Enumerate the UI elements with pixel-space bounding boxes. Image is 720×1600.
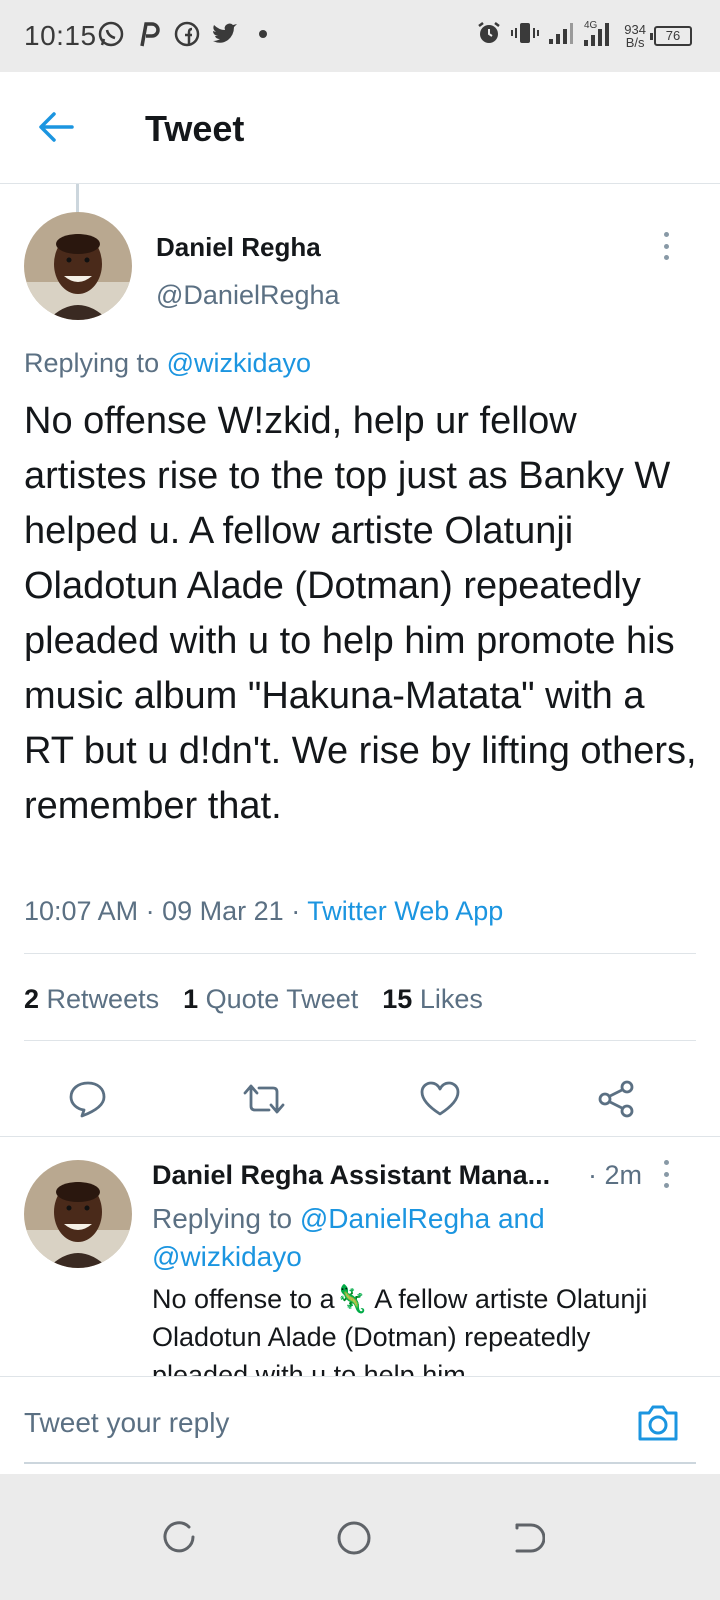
lizard-emoji: 🦎 <box>334 1284 369 1314</box>
reply-text-start: No offense to a <box>152 1284 335 1314</box>
recents-icon <box>163 1521 195 1553</box>
reply-text: No offense to a🦎 A fellow artiste Olatun… <box>152 1280 692 1376</box>
notification-icons <box>96 18 278 50</box>
retweet-icon <box>243 1084 285 1114</box>
vibrate-icon <box>510 20 540 51</box>
tweet-actions <box>0 1062 720 1138</box>
reply-button[interactable] <box>60 1074 116 1124</box>
speed-value: 934 <box>624 21 646 37</box>
alarm-icon <box>476 20 502 51</box>
quotes-label: Quote Tweet <box>205 984 359 1014</box>
speed-unit: B/s <box>625 34 645 50</box>
meta-separator: · <box>145 896 155 926</box>
retweet-button[interactable] <box>236 1074 292 1124</box>
signal-4g-icon: 4G <box>582 18 616 53</box>
top-app-bar: Tweet <box>0 72 720 184</box>
tweet-text: No offense W!zkid, help ur fellow artist… <box>24 400 697 827</box>
divider <box>24 953 696 954</box>
whatsapp-icon <box>96 18 126 50</box>
more-icon-dot <box>663 232 669 237</box>
tweet-meta: 10:07 AM · 09 Mar 21 · Twitter Web App <box>24 896 503 927</box>
author-handle[interactable]: @DanielRegha <box>156 280 340 311</box>
retweets-stat[interactable]: 2 Retweets <box>24 984 159 1015</box>
more-icon-dot <box>663 255 669 260</box>
status-time: 10:15 <box>24 20 97 51</box>
tweet-time: 10:07 AM <box>24 896 139 926</box>
battery-level: 76 <box>665 27 681 43</box>
retweets-label: Retweets <box>46 984 160 1014</box>
back-button[interactable] <box>28 102 84 152</box>
arrow-left-icon <box>39 112 74 142</box>
signal-icon <box>548 21 574 50</box>
network-speed: 934 B/s <box>624 23 646 49</box>
replying-to: Replying to @wizkidayo <box>24 348 311 379</box>
profile-photo <box>24 1160 132 1268</box>
reply-more-options-button[interactable] <box>654 1156 678 1192</box>
avatar[interactable] <box>24 212 132 320</box>
share-button[interactable] <box>588 1074 644 1124</box>
pinterest-icon <box>134 18 164 50</box>
input-underline <box>24 1462 696 1464</box>
svg-text:4G: 4G <box>584 20 598 31</box>
replying-to-link[interactable]: @DanielRegha <box>300 1203 490 1234</box>
meta-separator: · <box>291 896 301 926</box>
home-button[interactable] <box>330 1514 378 1562</box>
status-bar: 10:15 4G 934 B/s 76 <box>0 0 720 72</box>
twitter-icon <box>210 18 240 50</box>
quotes-count: 1 <box>183 984 199 1014</box>
more-icon-dot <box>663 243 669 249</box>
back-icon <box>515 1523 545 1553</box>
reply-input[interactable] <box>24 1407 584 1439</box>
thread-line <box>76 184 79 214</box>
facebook-icon <box>172 18 202 50</box>
replying-prefix: Replying to <box>152 1203 300 1234</box>
author-name[interactable]: Daniel Regha <box>156 232 321 263</box>
tweet-source-link[interactable]: Twitter Web App <box>307 896 503 926</box>
back-nav-button[interactable] <box>504 1514 552 1562</box>
reply-time: · 2m <box>588 1160 642 1190</box>
reply-author-name[interactable]: Daniel Regha Assistant Mana... <box>152 1160 572 1191</box>
more-icon-dot <box>663 1171 669 1177</box>
reply-avatar[interactable] <box>24 1160 132 1268</box>
tweet-date: 09 Mar 21 <box>162 896 284 926</box>
camera-icon <box>638 1405 678 1441</box>
recents-button[interactable] <box>156 1514 204 1562</box>
more-icon-dot <box>663 1160 669 1165</box>
replying-to-link[interactable]: @wizkidayo <box>152 1241 302 1272</box>
reply-composer <box>0 1376 720 1472</box>
battery-icon: 76 <box>650 25 692 46</box>
retweets-count: 2 <box>24 984 40 1014</box>
like-icon <box>420 1081 460 1116</box>
divider <box>24 1040 696 1041</box>
dot-icon <box>248 18 278 50</box>
more-icon-dot <box>663 1183 669 1188</box>
reply-icon <box>69 1081 106 1118</box>
divider <box>0 1136 720 1137</box>
likes-count: 15 <box>382 984 413 1014</box>
replying-and: and <box>490 1203 545 1234</box>
like-button[interactable] <box>412 1074 468 1124</box>
quotes-stat[interactable]: 1 Quote Tweet <box>183 984 358 1015</box>
system-icons: 4G 934 B/s 76 <box>476 18 692 53</box>
tweet-stats: 2 Retweets 1 Quote Tweet 15 Likes <box>24 984 483 1015</box>
likes-label: Likes <box>419 984 483 1014</box>
home-icon <box>337 1521 371 1555</box>
page-title: Tweet <box>145 108 245 149</box>
reply-replying-to: Replying to @DanielRegha and @wizkidayo <box>152 1200 672 1276</box>
profile-photo <box>24 212 132 320</box>
camera-button[interactable] <box>634 1399 682 1447</box>
replying-to-link[interactable]: @wizkidayo <box>167 348 311 378</box>
share-icon <box>598 1080 634 1118</box>
system-nav-bar <box>0 1474 720 1600</box>
likes-stat[interactable]: 15 Likes <box>382 984 483 1015</box>
replying-prefix: Replying to <box>24 348 167 378</box>
more-options-button[interactable] <box>654 228 678 264</box>
